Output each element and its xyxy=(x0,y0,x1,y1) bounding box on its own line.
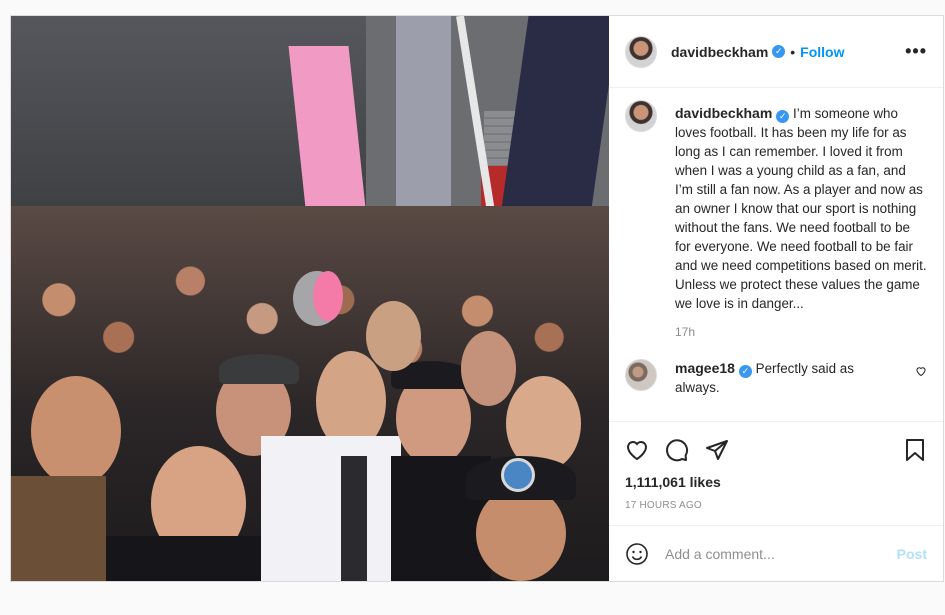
photo-fan-jacket xyxy=(106,536,276,581)
caption-text: I’m someone who loves football. It has b… xyxy=(675,106,927,311)
post-comment-button[interactable]: Post xyxy=(897,546,927,562)
author-username[interactable]: davidbeckham xyxy=(671,44,768,60)
comment-item: magee18 ✓ Perfectly said as always. xyxy=(625,359,927,397)
caption-body: davidbeckham ✓ I’m someone who loves foot… xyxy=(675,104,927,313)
author-avatar[interactable] xyxy=(625,35,657,68)
photo-cap-badge xyxy=(501,458,535,492)
photo-fan-jacket xyxy=(11,476,106,581)
verified-badge-icon: ✓ xyxy=(776,110,790,123)
photo-pink-mask xyxy=(313,271,343,321)
photo-white-shirt xyxy=(261,436,401,581)
more-options-icon[interactable]: ••• xyxy=(905,41,927,62)
photo-fan-cap xyxy=(219,354,299,384)
caption-time[interactable]: 17h xyxy=(675,325,927,339)
photo-tie xyxy=(341,456,367,581)
photo-fan-face xyxy=(476,486,566,581)
bookmark-icon[interactable] xyxy=(903,438,927,462)
comment-body: magee18 ✓ Perfectly said as always. xyxy=(675,359,860,397)
post-photo[interactable] xyxy=(11,16,609,581)
comment-like-heart-icon[interactable] xyxy=(915,365,927,377)
smiley-icon[interactable] xyxy=(625,542,649,566)
action-icons xyxy=(625,430,927,470)
commenter-avatar[interactable] xyxy=(625,359,657,391)
likes-count[interactable]: 1,111,061 likes xyxy=(625,474,927,490)
follow-button[interactable]: Follow xyxy=(800,44,844,60)
caption-avatar[interactable] xyxy=(625,100,657,132)
verified-badge-icon: ✓ xyxy=(738,365,752,378)
post-timestamp[interactable]: 17 HOURS AGO xyxy=(625,500,927,511)
caption-username[interactable]: davidbeckham xyxy=(675,105,772,121)
instagram-post: davidbeckham ✓ • Follow ••• davidbeckham… xyxy=(10,15,944,582)
comments-section[interactable]: davidbeckham ✓ I’m someone who loves foot… xyxy=(609,88,943,421)
comment-username[interactable]: magee18 xyxy=(675,360,735,376)
comment-bubble-icon[interactable] xyxy=(665,438,689,462)
action-bar: 1,111,061 likes 17 HOURS AGO xyxy=(609,421,943,525)
add-comment-input[interactable] xyxy=(665,545,897,562)
heart-icon[interactable] xyxy=(625,438,649,462)
verified-badge-icon: ✓ xyxy=(772,45,786,58)
post-sidebar: davidbeckham ✓ • Follow ••• davidbeckham… xyxy=(609,16,943,581)
paper-plane-icon[interactable] xyxy=(705,438,729,462)
separator-dot: • xyxy=(790,43,796,60)
photo-fan-face xyxy=(31,376,121,486)
caption: davidbeckham ✓ I’m someone who loves foot… xyxy=(625,100,927,313)
photo-fan-face xyxy=(461,331,516,406)
add-comment-bar: Post xyxy=(609,525,943,581)
post-header: davidbeckham ✓ • Follow ••• xyxy=(609,16,943,88)
photo-fan-face xyxy=(366,301,421,371)
